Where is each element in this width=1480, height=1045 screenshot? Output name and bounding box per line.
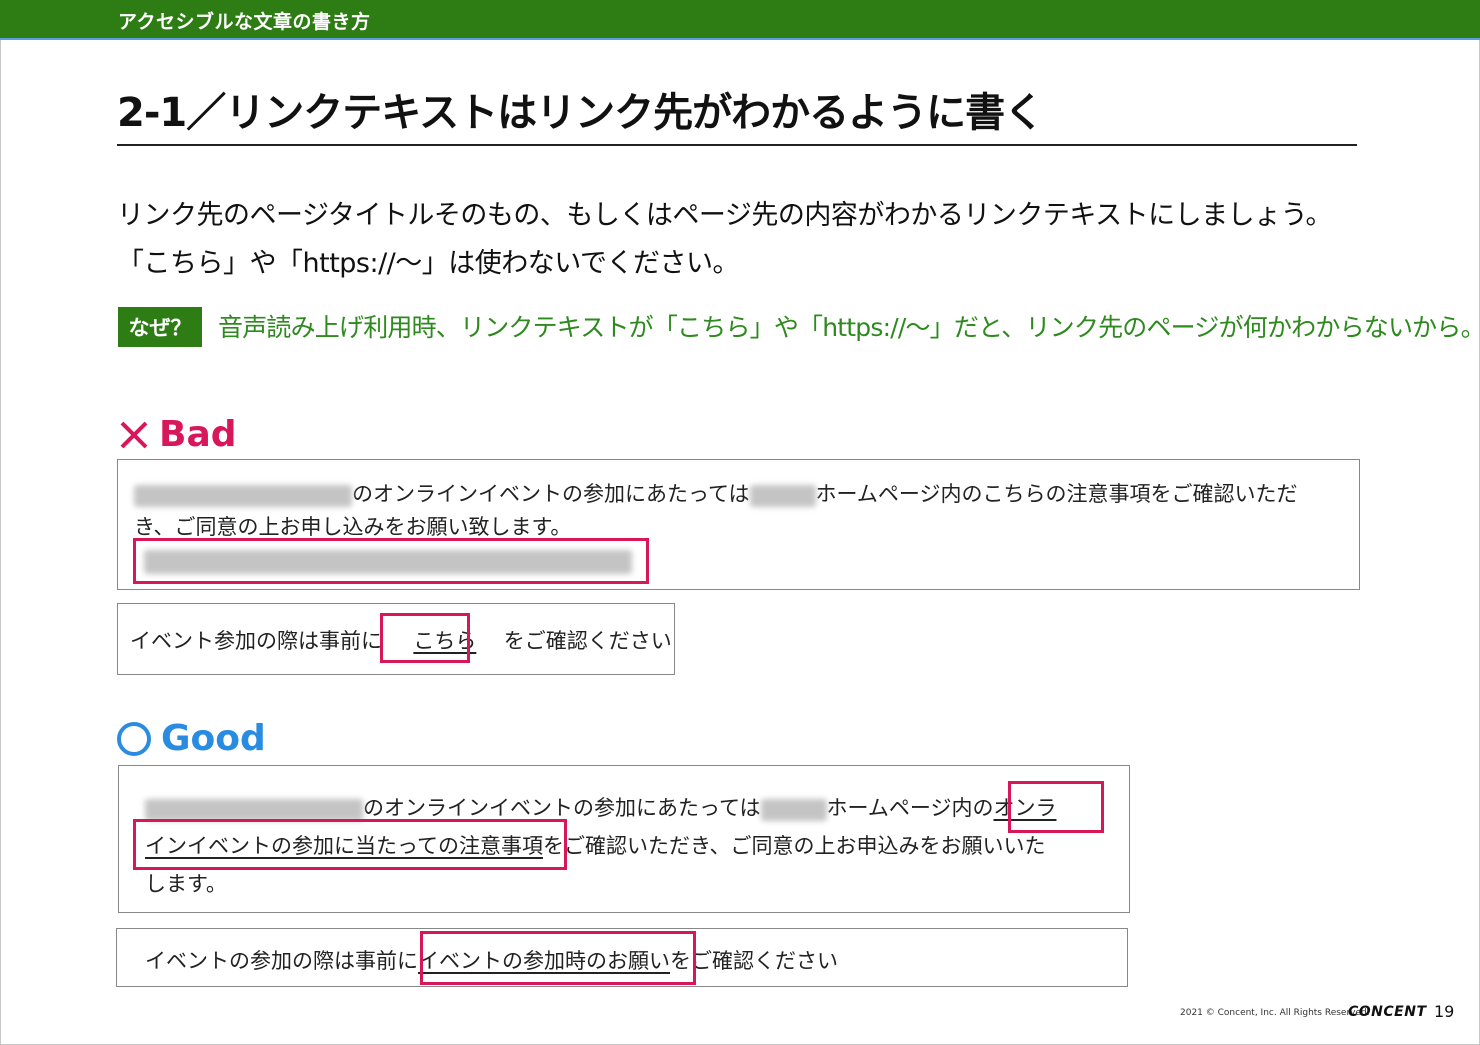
good-example-1-line-3: します。: [145, 872, 227, 896]
good-example-1-text-b: ホームページ内の: [826, 796, 994, 820]
bad-heading: Bad: [117, 414, 237, 455]
highlight-link-part-2: [133, 819, 567, 870]
bad-heading-label: Bad: [159, 414, 237, 455]
bad-example-2-before: イベント参加の際は事前に: [130, 629, 382, 653]
good-example-2: イベントの参加の際は事前にイベントの参加時のお願いをご確認ください: [116, 928, 1128, 987]
circle-icon: [117, 721, 151, 756]
intro-line-2: 「こちら」や「https://～」は使わないでください。: [117, 248, 739, 279]
footer-logo: CONCENT: [1348, 1004, 1427, 1020]
intro-line-1: リンク先のページタイトルそのもの、もしくはページ先の内容がわかるリンクテキストに…: [117, 200, 1332, 231]
redacted-text: [145, 798, 363, 821]
good-example-1: のオンラインイベントの参加にあたっては ホームページ内のオンラ インイベントの参加…: [118, 765, 1130, 913]
good-example-1-line-1: のオンラインイベントの参加にあたっては ホームページ内のオンラ: [145, 792, 1056, 822]
highlight-kochira: [380, 613, 470, 663]
why-badge: なぜ？: [118, 307, 202, 347]
bad-example-1: のオンラインイベントの参加にあたっては ホームページ内のこちらの注意事項をご確認い…: [117, 459, 1360, 590]
redacted-text: [760, 798, 827, 821]
good-heading: Good: [117, 718, 266, 759]
highlight-link-part-1: [1008, 781, 1104, 833]
bad-example-1-line-2: き、ご同意の上お申し込みをお願い致します。: [134, 515, 572, 539]
cross-icon: [117, 418, 151, 452]
good-example-1-text-a: のオンラインイベントの参加にあたっては: [363, 796, 761, 820]
header-title: アクセシブルな文章の書き方: [118, 11, 371, 33]
redacted-text: [749, 484, 816, 507]
page-number: 19: [1434, 1002, 1455, 1021]
bad-example-1-text-b: ホームページ内のこちらの注意事項をご確認いただ: [815, 482, 1298, 506]
intro-text: リンク先のページタイトルそのもの、もしくはページ先の内容がわかるリンクテキストに…: [117, 192, 1332, 288]
title-divider: [117, 144, 1357, 146]
header-bar: アクセシブルな文章の書き方: [0, 0, 1480, 40]
bad-example-1-text-a: のオンラインイベントの参加にあたっては: [352, 482, 750, 506]
bad-example-2-after: をご確認ください: [503, 629, 672, 653]
good-heading-label: Good: [161, 718, 266, 759]
bad-example-1-line-1: のオンラインイベントの参加にあたっては ホームページ内のこちらの注意事項をご確認い…: [134, 478, 1297, 508]
good-example-1-text-c: をご確認いただき、ご同意の上お申込みをお願いいた: [542, 834, 1046, 858]
page-title: 2-1／リンクテキストはリンク先がわかるように書く: [117, 90, 1044, 136]
bad-example-2: イベント参加の際は事前に こちら をご確認ください: [117, 603, 675, 675]
why-reason: 音声読み上げ利用時、リンクテキストが「こちら」や「https://～」だと、リン…: [218, 313, 1480, 342]
highlight-event-link: [420, 931, 696, 985]
footer-copyright: 2021 © Concent, Inc. All Rights Reserved…: [1180, 1008, 1370, 1018]
redacted-text: [134, 484, 352, 507]
highlight-url: [133, 538, 649, 584]
good-example-2-before: イベントの参加の際は事前に: [145, 949, 418, 973]
